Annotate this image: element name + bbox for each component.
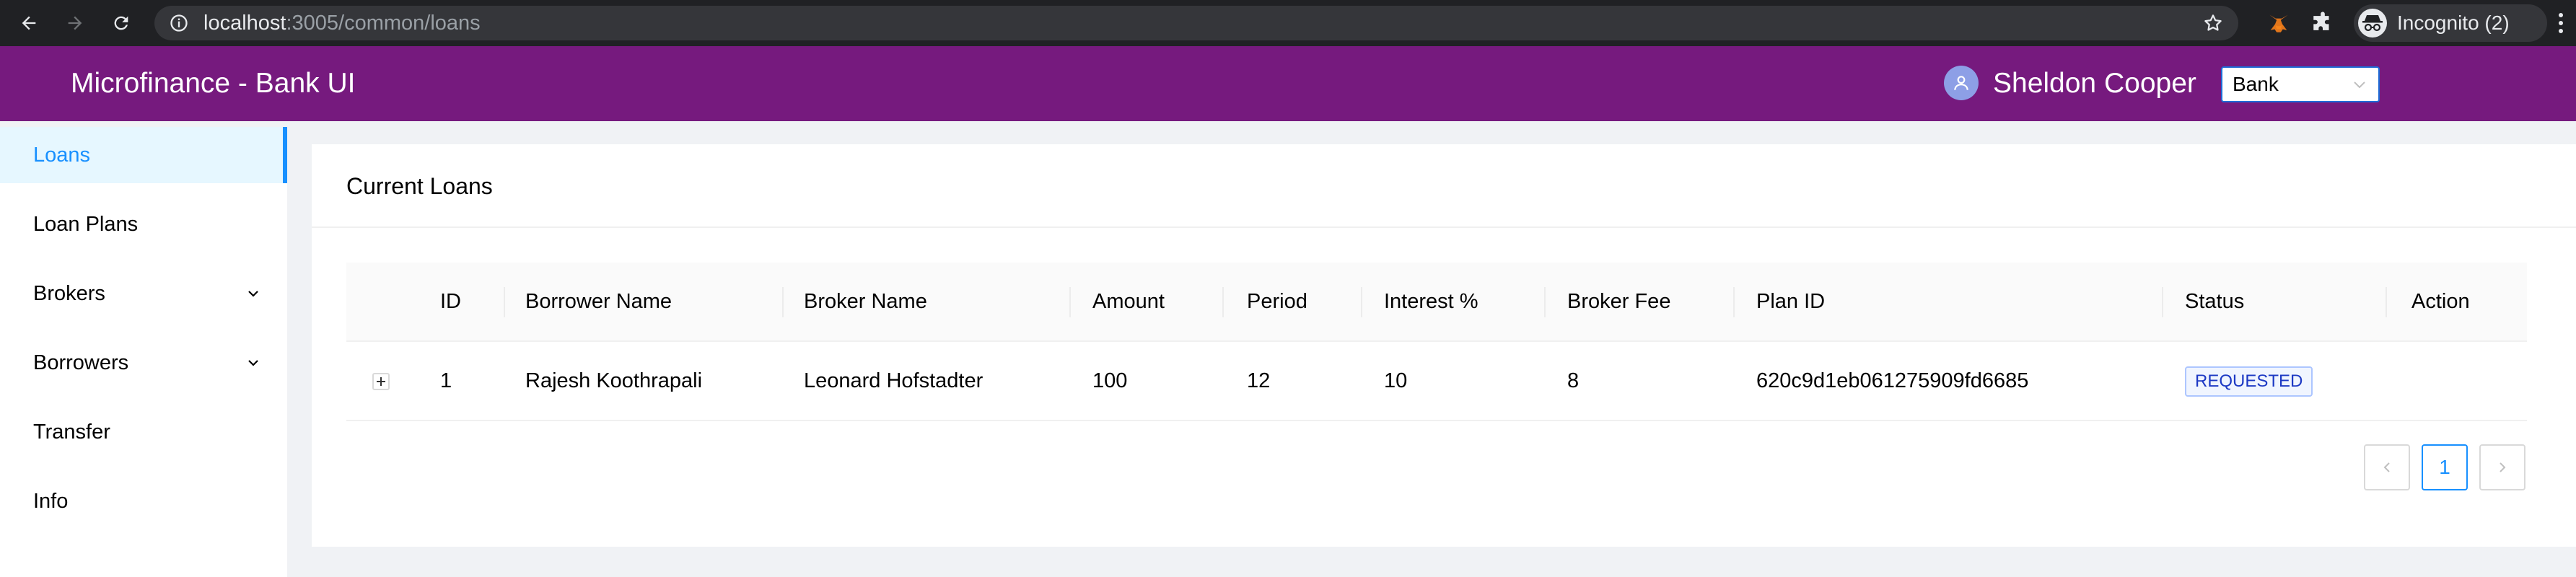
address-bar[interactable]: localhost:3005/common/loans [154,6,2238,40]
pagination-prev-button[interactable] [2364,444,2410,490]
cell-broker-name: Leonard Hofstadter [804,369,983,392]
column-header-broker-name[interactable]: Broker Name [804,263,927,340]
sidebar-item-brokers[interactable]: Brokers [0,265,287,322]
browser-toolbar: localhost:3005/common/loans Incognito (2… [0,0,2576,46]
column-separator [782,287,784,317]
column-separator [2162,287,2163,317]
pagination-page-button[interactable]: 1 [2422,444,2468,490]
site-info-icon[interactable] [169,13,189,33]
incognito-profile-button[interactable]: Incognito (2) [2354,4,2547,42]
column-header-action[interactable]: Action [2411,263,2470,340]
app-title: Microfinance - Bank UI [71,68,356,99]
divider [312,226,2576,228]
column-separator [1361,287,1362,317]
incognito-icon [2358,9,2387,38]
incognito-label: Incognito (2) [2397,12,2510,34]
chevron-right-icon [2500,462,2506,472]
metamask-fox-icon[interactable] [2266,11,2291,35]
cell-period: 12 [1247,369,1271,392]
sidebar: Loans Loan Plans Brokers Borrowers Trans… [0,127,287,577]
forward-icon[interactable] [61,9,89,38]
sidebar-item-loan-plans[interactable]: Loan Plans [0,196,287,252]
back-icon[interactable] [14,9,43,38]
column-header-amount[interactable]: Amount [1092,263,1165,340]
app-header: Microfinance - Bank UI Sheldon Cooper Ba… [0,46,2576,121]
column-separator [1544,287,1546,317]
cell-borrower-name: Rajesh Koothrapali [525,369,703,392]
column-header-id[interactable]: ID [440,263,461,340]
chevron-down-icon [248,360,258,366]
sidebar-item-label: Brokers [33,282,105,305]
sidebar-item-info[interactable]: Info [0,473,287,529]
address-url: localhost:3005/common/loans [203,6,481,40]
chevron-left-icon [2383,462,2390,472]
sidebar-item-label: Borrowers [33,351,129,374]
column-header-borrower-name[interactable]: Borrower Name [525,263,672,340]
sidebar-item-label: Loan Plans [33,213,139,236]
sidebar-item-label: Info [33,490,69,513]
sidebar-item-label: Transfer [33,420,110,444]
column-separator [2386,287,2387,317]
column-header-status[interactable]: Status [2185,263,2244,340]
column-separator [1069,287,1071,317]
column-separator [504,287,505,317]
cell-plan-id: 620c9d1eb061275909fd6685 [1756,369,2029,392]
cell-amount: 100 [1092,369,1128,392]
cell-id: 1 [440,369,452,392]
pagination-next-button[interactable] [2479,444,2525,490]
loans-card: Current Loans ID Borrower Name Broker Na… [312,144,2576,547]
chevron-down-icon [2354,82,2365,89]
column-header-plan-id[interactable]: Plan ID [1756,263,1825,340]
user-avatar-icon[interactable] [1944,66,1979,100]
cell-interest: 10 [1384,369,1408,392]
role-select-value: Bank [2233,73,2279,95]
cell-broker-fee: 8 [1567,369,1580,392]
status-badge: REQUESTED [2185,366,2313,397]
sidebar-item-loans[interactable]: Loans [0,127,287,183]
column-separator [1222,287,1224,317]
active-indicator [283,127,287,183]
reload-icon[interactable] [107,9,136,38]
column-header-interest[interactable]: Interest % [1384,263,1478,340]
expand-row-icon[interactable] [372,373,390,390]
user-name: Sheldon Cooper [1993,68,2196,99]
sidebar-item-transfer[interactable]: Transfer [0,404,287,460]
role-select[interactable]: Bank [2221,66,2380,102]
chevron-down-icon [248,291,258,297]
column-header-period[interactable]: Period [1247,263,1307,340]
table-header: ID Borrower Name Broker Name Amount Peri… [346,263,2527,342]
browser-menu-icon[interactable] [2557,12,2564,35]
column-separator [1733,287,1735,317]
table-row: 1 Rajesh Koothrapali Leonard Hofstadter … [346,342,2527,421]
column-header-broker-fee[interactable]: Broker Fee [1567,263,1670,340]
sidebar-item-label: Loans [33,144,91,167]
card-title: Current Loans [346,173,493,199]
extensions-puzzle-icon[interactable] [2310,11,2335,35]
sidebar-item-borrowers[interactable]: Borrowers [0,335,287,391]
url-host: localhost [203,12,286,35]
bookmark-star-icon[interactable] [2202,12,2224,34]
url-path: :3005/common/loans [286,12,481,35]
